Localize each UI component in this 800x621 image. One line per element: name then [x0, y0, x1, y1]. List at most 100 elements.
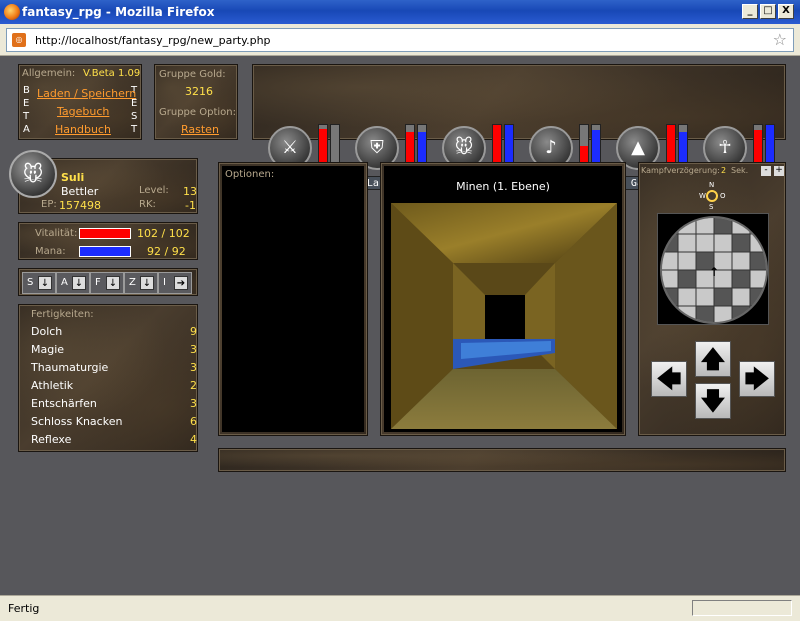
skill-name: Schloss Knacken: [31, 415, 123, 428]
navigation-toolbar: ◎ http://localhost/fantasy_rpg/new_party…: [0, 24, 800, 56]
minimap[interactable]: ↑: [660, 216, 768, 324]
minimize-button[interactable]: _: [742, 4, 758, 19]
diary-link[interactable]: Tagebuch: [57, 105, 109, 118]
save-load-link[interactable]: Laden / Speichern: [37, 87, 136, 100]
skill-name: Dolch: [31, 325, 63, 338]
general-panel: Allgemein: V.Beta 1.09 B E T A T E S T L…: [18, 64, 142, 140]
options-panel: Optionen:: [218, 162, 368, 436]
vitality-bar: [79, 228, 131, 239]
tab-key: F: [95, 277, 101, 288]
url-field[interactable]: ◎ http://localhost/fantasy_rpg/new_party…: [6, 28, 794, 52]
skill-value: 3: [190, 343, 197, 356]
skill-name: Entschärfen: [31, 397, 97, 410]
tab-a[interactable]: A ↓: [56, 272, 90, 294]
status-bar: Fertig: [0, 595, 800, 621]
skill-value: 3: [190, 361, 197, 374]
tab-key: I: [163, 277, 166, 288]
ep-value: 157498: [59, 199, 101, 212]
group-gold-label: Gruppe Gold:: [159, 69, 226, 80]
move-forward-button[interactable]: 🡅: [695, 341, 731, 377]
test-letter: S: [131, 111, 138, 122]
dungeon-panel: Minen (1. Ebene): [380, 162, 626, 436]
bookmark-star-icon[interactable]: ☆: [773, 30, 787, 49]
tab-key: S: [27, 277, 34, 288]
compass-n: N: [709, 181, 715, 189]
tab-z[interactable]: Z ↓: [124, 272, 158, 294]
manual-link[interactable]: Handbuch: [55, 123, 111, 136]
general-label: Allgemein:: [22, 68, 76, 79]
navigation-panel: Kampfverzögerung: 2 Sek. - + N W O S ↑ 🡅…: [638, 162, 786, 436]
url-text: http://localhost/fantasy_rpg/new_party.p…: [35, 34, 271, 47]
mana-value: 92 / 92: [147, 245, 186, 258]
tab-arrow-icon: ↓: [106, 276, 120, 290]
mana-label: Mana:: [35, 246, 66, 257]
skill-name: Thaumaturgie: [31, 361, 109, 374]
compass-w: W: [699, 192, 706, 200]
vitals-panel: Vitalität: 102 / 102 Mana: 92 / 92: [18, 222, 198, 260]
vitality-value: 102 / 102: [137, 227, 190, 240]
tab-i[interactable]: I ➔: [158, 272, 192, 294]
skill-row: Dolch 9: [31, 325, 197, 338]
combat-delay-label: Kampfverzögerung:: [641, 166, 720, 175]
skill-row: Schloss Knacken 6: [31, 415, 197, 428]
test-letter: T: [131, 124, 138, 135]
dungeon-3d-view: [391, 203, 617, 429]
turn-left-button[interactable]: 🡄: [651, 361, 687, 397]
skill-value: 3: [190, 397, 197, 410]
compass-s: S: [709, 203, 714, 211]
beta-letter: A: [23, 124, 30, 135]
compass-icon: N W O S: [697, 181, 727, 211]
char-portrait-mouse-icon[interactable]: 🐭: [9, 150, 57, 198]
ep-label: EP:: [41, 199, 57, 210]
message-bar: [218, 448, 786, 472]
tab-arrow-icon: ↓: [38, 276, 52, 290]
window-title: fantasy_rpg - Mozilla Firefox: [22, 5, 215, 19]
combat-delay-unit: Sek.: [731, 166, 749, 175]
char-class: Bettler: [61, 185, 99, 198]
move-back-button[interactable]: 🡇: [695, 383, 731, 419]
tab-arrow-icon: ➔: [174, 276, 188, 290]
tab-key: A: [61, 277, 68, 288]
beta-letter: T: [23, 111, 30, 122]
status-progress: [692, 600, 792, 616]
skill-value: 4: [190, 433, 197, 446]
combat-delay-increase-button[interactable]: +: [774, 166, 784, 176]
skill-name: Athletik: [31, 379, 74, 392]
tab-s[interactable]: S ↓: [22, 272, 56, 294]
mana-bar: [79, 246, 131, 257]
skill-row: Athletik 2: [31, 379, 197, 392]
turn-right-button[interactable]: 🡆: [739, 361, 775, 397]
tab-arrow-icon: ↓: [72, 276, 86, 290]
group-panel: Gruppe Gold: 3216 Gruppe Option: Rasten: [154, 64, 238, 140]
combat-delay-decrease-button[interactable]: -: [761, 166, 771, 176]
options-label: Optionen:: [225, 169, 275, 180]
group-gold-value: 3216: [185, 85, 213, 98]
skills-panel: Fertigkeiten: Dolch 9 Magie 3 Thaumaturgie 3 A…: [18, 304, 198, 452]
close-button[interactable]: X: [778, 4, 794, 19]
skills-label: Fertigkeiten:: [31, 309, 94, 320]
svg-text:↑: ↑: [709, 265, 719, 279]
skill-value: 9: [190, 325, 197, 338]
rk-value: -1: [185, 199, 196, 212]
options-area: Optionen:: [222, 166, 364, 432]
skill-value: 2: [190, 379, 197, 392]
skill-row: Entschärfen 3: [31, 397, 197, 410]
status-text: Fertig: [8, 602, 40, 615]
skill-row: Thaumaturgie 3: [31, 361, 197, 374]
beta-letter: B: [23, 85, 30, 96]
skill-name: Magie: [31, 343, 65, 356]
tab-f[interactable]: F ↓: [90, 272, 124, 294]
tab-arrow-icon: ↓: [140, 276, 154, 290]
minimap-frame: ↑: [657, 213, 769, 325]
char-name: Suli: [61, 171, 85, 184]
maximize-button[interactable]: □: [760, 4, 776, 19]
version-label: V.Beta 1.09: [83, 68, 141, 79]
rk-label: RK:: [139, 199, 156, 210]
tab-key: Z: [129, 277, 136, 288]
level-value: 13: [183, 185, 197, 198]
dungeon-title: Minen (1. Ebene): [456, 180, 550, 193]
vitality-label: Vitalität:: [35, 228, 78, 239]
skill-row: Magie 3: [31, 343, 197, 356]
rest-link[interactable]: Rasten: [181, 123, 219, 136]
firefox-icon: [4, 4, 20, 20]
